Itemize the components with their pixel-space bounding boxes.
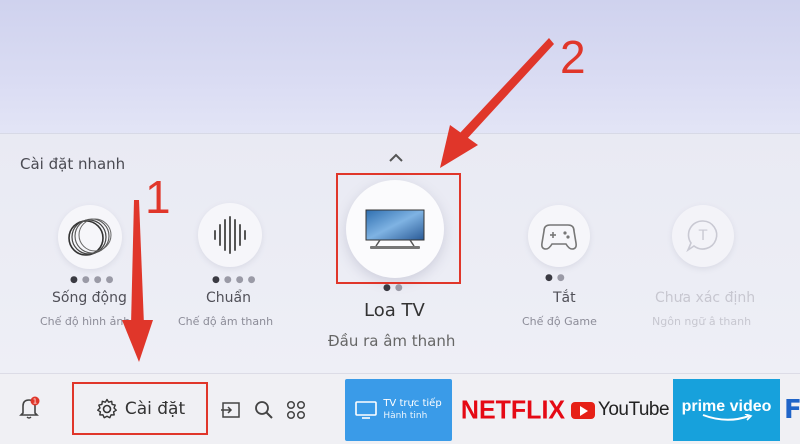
settings-label: Cài đặt [124,398,186,419]
option-dots: ●● [545,273,569,283]
picture-mode-circle [58,205,122,269]
audio-language-circle: T [672,205,734,267]
background-content [0,0,800,135]
app-tile-netflix[interactable]: NETFLIX [458,377,568,442]
chevron-up-icon[interactable] [386,150,406,164]
option-dots: ●● [383,283,407,293]
app-tile-prime-video[interactable]: prime video [673,379,780,441]
apps-grid-icon[interactable] [285,399,307,421]
live-tv-text: TV trực tiếp Hành tinh [383,397,441,423]
option-dots: ●●●● [70,275,118,285]
youtube-label: YouTube [597,399,670,420]
tile-sub: Ngôn ngữ â thanh [652,315,752,328]
tile-label: Chuẩn [206,290,251,306]
app-tile-live-tv[interactable]: TV trực tiếp Hành tinh [345,379,452,441]
live-tv-title: TV trực tiếp [383,398,442,409]
tile-label: Tắt [553,290,576,306]
tv-screen: Cài đặt nhanh ●●●● Sống động Chế độ hình… [0,0,800,444]
settings-button[interactable]: Cài đặt [72,382,208,435]
game-mode-circle [528,205,590,267]
notification-badge: 1 [33,398,37,406]
tile-label: Loa TV [364,300,425,321]
option-dots: ●●●● [212,275,260,285]
sound-mode-circle [198,203,262,267]
prime-smile-icon [702,414,752,421]
quick-settings-title: Cài đặt nhanh [20,155,126,173]
tile-sub: Đầu ra âm thanh [328,332,456,350]
tile-sub: Chế độ Game [522,315,597,328]
search-icon[interactable] [253,399,275,421]
youtube-play-icon [570,401,595,419]
sound-mode-icon [214,216,246,254]
tile-sub: Chế độ âm thanh [178,315,274,328]
annotation-number-two: 2 [560,31,586,83]
annotation-highlight-box [336,173,461,284]
tile-label: Sống động [52,290,127,306]
annotation-number-one: 1 [145,171,171,223]
gamepad-icon [541,224,577,250]
live-tv-channel: Hành tinh [383,411,428,421]
tile-label: Chưa xác định [655,290,756,306]
notification-bell-icon[interactable]: 1 [18,396,40,420]
svg-text:T: T [698,228,708,244]
app-tile-youtube[interactable]: YouTube [570,379,670,441]
source-input-icon[interactable] [220,399,242,421]
live-tv-icon [355,401,378,419]
gear-icon [96,398,117,418]
app-tile-partial[interactable]: F [784,379,800,441]
tile-sub: Chế độ hình ảnh [40,315,131,328]
language-icon: T [686,220,718,253]
picture-mode-icon [68,218,112,256]
